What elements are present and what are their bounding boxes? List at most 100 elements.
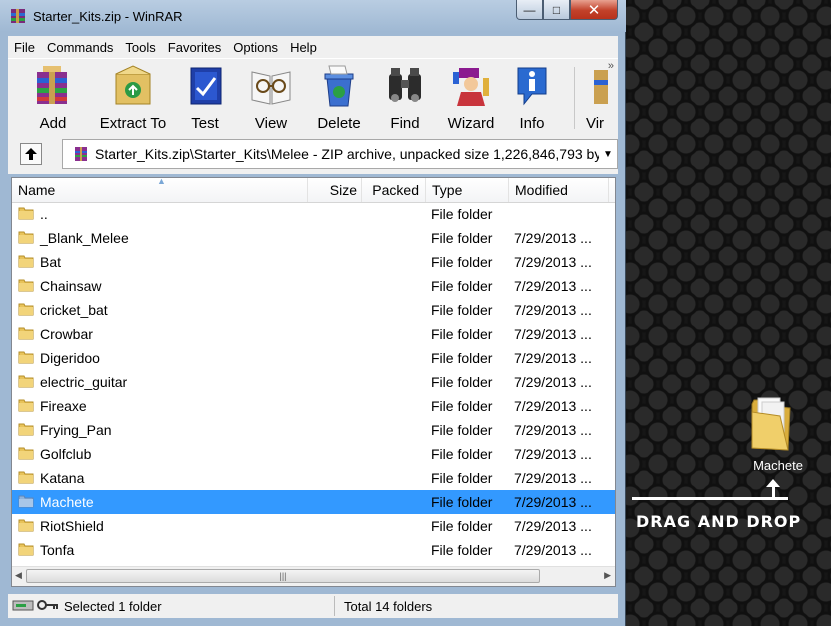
- view-button[interactable]: View: [238, 63, 304, 133]
- file-row[interactable]: Bat File folder 7/29/2013 ...: [12, 250, 615, 274]
- drag-arrow-line: [632, 497, 788, 500]
- file-modified: 7/29/2013 ...: [514, 350, 592, 366]
- toolbar: Add Extract To Test View Delete Find Wiz…: [8, 58, 618, 135]
- column-name[interactable]: Name ▲: [12, 178, 308, 202]
- folder-icon: [18, 421, 34, 440]
- file-name-cell: ..: [18, 202, 48, 226]
- file-row[interactable]: Digeridoo File folder 7/29/2013 ...: [12, 346, 615, 370]
- file-name: Digeridoo: [40, 350, 100, 366]
- key-icon[interactable]: [37, 598, 59, 612]
- find-binoculars-icon: [382, 63, 428, 109]
- title-bar[interactable]: Starter_Kits.zip - WinRAR — □ ✕: [0, 0, 626, 32]
- folder-icon: [18, 541, 34, 560]
- add-label: Add: [39, 115, 67, 132]
- file-type: File folder: [431, 350, 493, 366]
- file-name: Golfclub: [40, 446, 92, 462]
- wizard-button[interactable]: Wizard: [438, 63, 504, 133]
- file-name: Frying_Pan: [40, 422, 112, 438]
- scrollbar-thumb[interactable]: |||: [26, 569, 540, 583]
- add-archive-icon: [30, 63, 76, 109]
- file-row[interactable]: Crowbar File folder 7/29/2013 ...: [12, 322, 615, 346]
- file-row[interactable]: Golfclub File folder 7/29/2013 ...: [12, 442, 615, 466]
- column-packed[interactable]: Packed: [362, 178, 426, 202]
- toolbar-separator: [574, 67, 575, 129]
- file-name-cell: Fireaxe: [18, 394, 87, 418]
- menu-favorites[interactable]: Favorites: [162, 40, 227, 55]
- file-name: RiotShield: [40, 518, 104, 534]
- desktop-folder-icon[interactable]: [748, 392, 794, 454]
- archive-path: Starter_Kits.zip\Starter_Kits\Melee - ZI…: [95, 146, 599, 162]
- virus-scan-button[interactable]: Vir: [578, 63, 612, 133]
- scroll-right-icon[interactable]: ▶: [604, 570, 611, 581]
- desktop-folder-label: Machete: [753, 458, 803, 473]
- extract-to-button[interactable]: Extract To: [90, 63, 176, 133]
- folder-icon: [18, 229, 34, 248]
- list-header: Name ▲ Size Packed Type Modified: [12, 178, 615, 203]
- column-modified[interactable]: Modified: [509, 178, 609, 202]
- file-name-cell: Bat: [18, 250, 61, 274]
- maximize-button[interactable]: □: [543, 0, 570, 20]
- menu-bar: File Commands Tools Favorites Options He…: [8, 36, 618, 58]
- folder-icon: [18, 397, 34, 416]
- window-title: Starter_Kits.zip - WinRAR: [33, 9, 183, 24]
- status-selected: Selected 1 folder: [64, 598, 162, 614]
- folder-icon: [18, 253, 34, 272]
- test-button[interactable]: Test: [172, 63, 238, 133]
- file-row[interactable]: Fireaxe File folder 7/29/2013 ...: [12, 394, 615, 418]
- file-name: Fireaxe: [40, 398, 87, 414]
- file-row[interactable]: Chainsaw File folder 7/29/2013 ...: [12, 274, 615, 298]
- close-button[interactable]: ✕: [570, 0, 618, 20]
- file-name-cell: Golfclub: [18, 442, 91, 466]
- menu-commands[interactable]: Commands: [41, 40, 119, 55]
- horizontal-scrollbar[interactable]: ◀ ||| ▶: [12, 566, 615, 586]
- file-name-cell: RiotShield: [18, 514, 104, 538]
- file-type: File folder: [431, 326, 493, 342]
- info-button[interactable]: Info: [504, 63, 560, 133]
- file-modified: 7/29/2013 ...: [514, 494, 592, 510]
- file-row[interactable]: cricket_bat File folder 7/29/2013 ...: [12, 298, 615, 322]
- file-name: Katana: [40, 470, 85, 486]
- column-type-label: Type: [432, 182, 463, 198]
- file-type: File folder: [431, 206, 493, 222]
- info-label: Info: [519, 115, 545, 132]
- file-modified: 7/29/2013 ...: [514, 374, 592, 390]
- file-type: File folder: [431, 374, 493, 390]
- column-size-label: Size: [329, 182, 357, 198]
- file-row[interactable]: .. File folder: [12, 202, 615, 226]
- file-name-cell: Chainsaw: [18, 274, 101, 298]
- minimize-button[interactable]: —: [516, 0, 543, 20]
- file-row[interactable]: Katana File folder 7/29/2013 ...: [12, 466, 615, 490]
- archive-icon: [75, 147, 87, 161]
- file-name-cell: Tonfa: [18, 538, 74, 562]
- menu-file[interactable]: File: [8, 40, 41, 55]
- add-button[interactable]: Add: [20, 63, 86, 133]
- file-row[interactable]: electric_guitar File folder 7/29/2013 ...: [12, 370, 615, 394]
- path-dropdown-icon[interactable]: ▼: [599, 149, 617, 160]
- test-icon: [182, 63, 228, 109]
- file-row[interactable]: Tonfa File folder 7/29/2013 ...: [12, 538, 615, 562]
- file-list: Name ▲ Size Packed Type Modified .. File …: [11, 177, 616, 587]
- toolbar-overflow-chevron-icon[interactable]: »: [608, 60, 614, 72]
- path-combobox[interactable]: Starter_Kits.zip\Starter_Kits\Melee - ZI…: [62, 139, 618, 169]
- file-row[interactable]: _Blank_Melee File folder 7/29/2013 ...: [12, 226, 615, 250]
- folder-icon: [18, 469, 34, 488]
- menu-options[interactable]: Options: [227, 40, 284, 55]
- file-name-cell: Crowbar: [18, 322, 93, 346]
- file-row[interactable]: RiotShield File folder 7/29/2013 ...: [12, 514, 615, 538]
- up-folder-button[interactable]: [20, 143, 42, 165]
- scroll-left-icon[interactable]: ◀: [15, 570, 22, 581]
- delete-button[interactable]: Delete: [306, 63, 372, 133]
- file-row[interactable]: Machete File folder 7/29/2013 ...: [12, 490, 615, 514]
- file-type: File folder: [431, 494, 493, 510]
- file-row[interactable]: Frying_Pan File folder 7/29/2013 ...: [12, 418, 615, 442]
- column-type[interactable]: Type: [426, 178, 509, 202]
- file-name: _Blank_Melee: [40, 230, 129, 246]
- drag-arrow-head: [766, 479, 780, 487]
- find-button[interactable]: Find: [372, 63, 438, 133]
- file-type: File folder: [431, 542, 493, 558]
- menu-tools[interactable]: Tools: [119, 40, 161, 55]
- drive-icon[interactable]: [12, 598, 34, 612]
- column-size[interactable]: Size: [308, 178, 362, 202]
- column-modified-label: Modified: [515, 182, 568, 198]
- menu-help[interactable]: Help: [284, 40, 323, 55]
